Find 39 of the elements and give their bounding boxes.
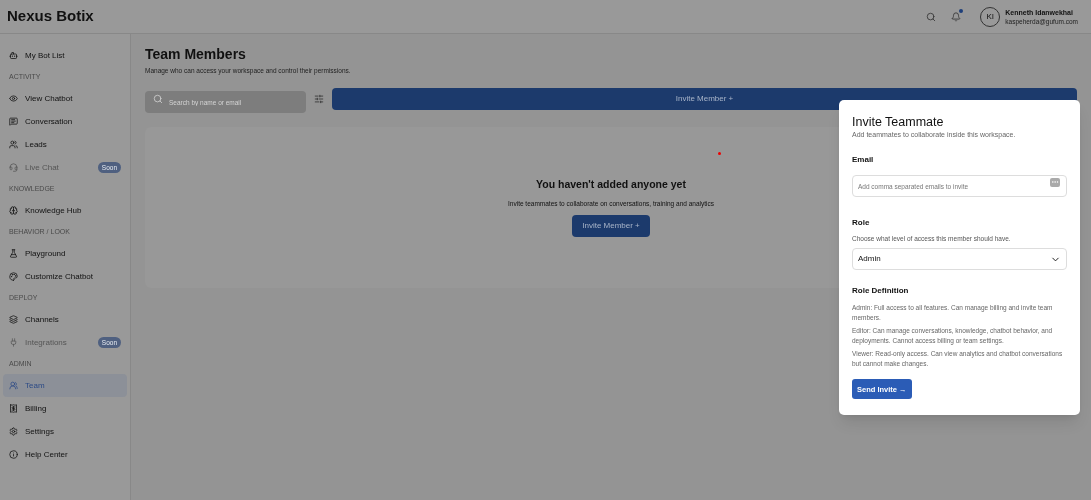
role-label: Role — [852, 216, 871, 229]
notification-bell-icon[interactable] — [950, 10, 963, 23]
settings-icon — [9, 427, 18, 436]
more-icon — [1050, 177, 1060, 187]
headset-icon — [9, 163, 18, 172]
users-icon — [9, 140, 18, 149]
sidebar-item[interactable]: Leads — [3, 133, 127, 156]
layers-icon — [9, 315, 18, 324]
sidebar-item[interactable]: Playground — [3, 242, 127, 265]
palette-icon — [9, 272, 18, 281]
brain-icon — [9, 206, 18, 215]
filter-icon[interactable] — [314, 93, 324, 104]
sidebar-item[interactable]: Channels — [3, 308, 127, 331]
search-icon[interactable] — [926, 11, 937, 22]
app-title: Nexus Botix — [7, 6, 94, 27]
info-icon — [9, 450, 18, 459]
sidebar-item[interactable]: Settings — [3, 420, 127, 443]
page-title: Team Members — [145, 45, 247, 63]
users-icon — [9, 381, 18, 390]
eye-icon — [9, 94, 18, 103]
sidebar-item[interactable]: Knowledge Hub — [3, 199, 127, 222]
receipt-icon — [9, 404, 18, 413]
role-select[interactable]: Admin — [852, 248, 1067, 271]
dialog-title: Invite Teammate — [852, 115, 945, 130]
sidebar-item[interactable]: My Bot List — [3, 44, 127, 67]
sidebar-item[interactable]: Billing — [3, 397, 127, 420]
sidebar-item[interactable]: Customize Chatbot — [3, 265, 127, 288]
search-icon — [153, 93, 163, 104]
role-definition-title: Role Definition — [852, 285, 910, 298]
bot-icon — [9, 51, 18, 60]
sidebar-item[interactable]: Conversation — [3, 110, 127, 133]
flask-icon — [9, 249, 18, 258]
invite-member-button[interactable]: Invite Member + — [572, 215, 650, 238]
plug-icon — [9, 338, 18, 347]
chat-icon — [9, 117, 18, 126]
email-label: Email — [852, 153, 875, 166]
sidebar-item[interactable]: View Chatbot — [3, 87, 127, 110]
empty-state-title: You haven't added anyone yet — [536, 176, 686, 192]
sidebar-item[interactable]: Help Center — [3, 443, 127, 466]
